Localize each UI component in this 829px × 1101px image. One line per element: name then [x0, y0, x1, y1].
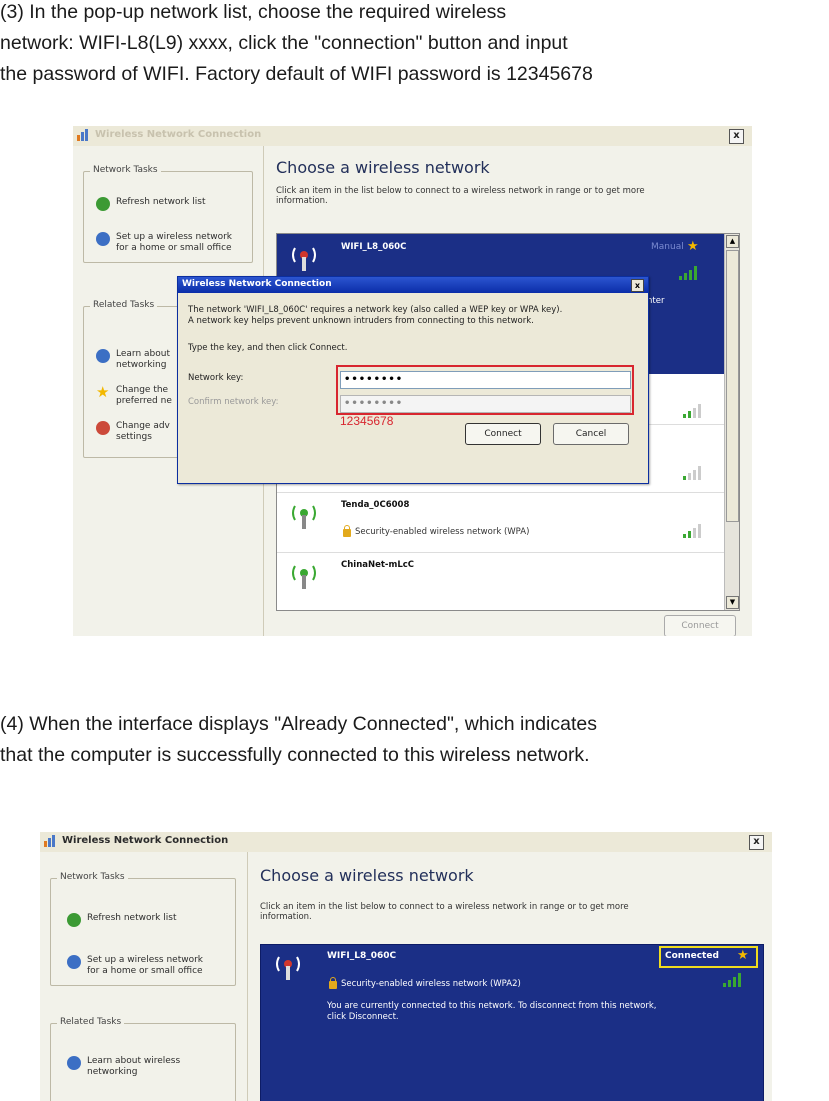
step3-line1: (3) In the pop-up network list, choose t… [0, 1, 507, 23]
change-settings-icon [96, 421, 110, 435]
window-title: Wireless Network Connection [95, 129, 262, 140]
scroll-up-button[interactable]: ▲ [726, 235, 739, 248]
setup-network-icon [67, 955, 81, 969]
signal-bars-icon [723, 973, 741, 987]
wireless-network-icon [44, 835, 55, 847]
network-item-tenda[interactable]: Tenda_0C6008 Security-enabled wireless n… [277, 492, 725, 553]
network-desc: Security-enabled wireless network (WPA) [355, 527, 530, 537]
network-desc: Security-enabled wireless network (WPA2) [341, 979, 521, 989]
dialog-instruction: Type the key, and then click Connect. [188, 343, 348, 353]
info-icon [67, 1056, 81, 1070]
window-titlebar: Wireless Network Connection x [40, 832, 772, 852]
confirm-key-label: Confirm network key: [188, 397, 279, 407]
antenna-icon [292, 565, 316, 589]
password-note: 12345678 [340, 414, 394, 428]
related-tasks-title: Related Tasks [57, 1017, 125, 1027]
connected-highlight-box [659, 946, 758, 968]
step3-line2: network: WIFI-L8(L9) xxxx, click the "co… [0, 32, 568, 54]
signal-bars-icon [679, 266, 697, 280]
network-item-connected[interactable]: WIFI_L8_060C Connected ★ Security-enable… [261, 945, 763, 1101]
main-heading: Choose a wireless network [276, 158, 490, 177]
info-icon [96, 349, 110, 363]
connect-button[interactable]: Connect [664, 615, 736, 636]
window-close-button[interactable]: x [749, 835, 764, 850]
scroll-down-button[interactable]: ▼ [726, 596, 739, 609]
window-close-button[interactable]: x [729, 129, 744, 144]
dialog-title: Wireless Network Connection [182, 279, 332, 289]
dialog-connect-button[interactable]: Connect [465, 423, 541, 445]
step3-text: (3) In the pop-up network list, choose t… [0, 0, 829, 90]
step3-line3: the password of WIFI. Factory default of… [0, 63, 593, 85]
dialog-titlebar: Wireless Network Connection x [178, 277, 648, 293]
learn-about-networking-link[interactable]: Learn about networking [96, 349, 170, 371]
learn-about-wireless-link[interactable]: Learn about wireless networking [67, 1056, 180, 1078]
signal-bars-icon [683, 404, 701, 418]
password-highlight-box [336, 365, 634, 415]
network-tasks-title: Network Tasks [57, 872, 128, 882]
left-task-pane: Network Tasks Refresh network list Set u… [40, 852, 248, 1101]
window-title: Wireless Network Connection [62, 835, 229, 846]
network-item-chinanet[interactable]: ChinaNet-mLcC [277, 552, 725, 610]
antenna-icon [292, 505, 316, 529]
scroll-thumb[interactable] [726, 250, 739, 522]
star-icon: ★ [96, 383, 110, 401]
refresh-network-list-link[interactable]: Refresh network list [96, 197, 205, 211]
setup-network-icon [96, 232, 110, 246]
step4-text: (4) When the interface displays "Already… [0, 709, 829, 771]
signal-bars-icon [683, 524, 701, 538]
network-name: Tenda_0C6008 [341, 500, 410, 510]
refresh-icon [67, 913, 81, 927]
wireless-window-step4: Wireless Network Connection x Network Ta… [40, 832, 772, 1101]
wireless-network-icon [77, 129, 88, 141]
window-titlebar: Wireless Network Connection x [73, 126, 752, 146]
dialog-message: The network 'WIFI_L8_060C' requires a ne… [188, 305, 563, 326]
network-tasks-group: Network Tasks Refresh network list Set u… [50, 872, 236, 986]
change-advanced-settings-link[interactable]: Change adv settings [96, 421, 170, 443]
network-tasks-group: Network Tasks Refresh network list Set u… [83, 165, 253, 263]
lock-icon [329, 977, 337, 989]
refresh-network-list-link[interactable]: Refresh network list [67, 913, 176, 927]
connected-message: You are currently connected to this netw… [327, 1001, 657, 1022]
dialog-close-button[interactable]: x [631, 279, 644, 292]
network-name: WIFI_L8_060C [327, 951, 397, 961]
network-name: ChinaNet-mLcC [341, 560, 415, 570]
main-heading: Choose a wireless network [260, 866, 474, 885]
network-key-label: Network key: [188, 373, 244, 383]
related-tasks-group: Related Tasks Learn about wireless netwo… [50, 1017, 236, 1101]
manual-badge: Manual [651, 242, 684, 252]
dialog-cancel-button[interactable]: Cancel [553, 423, 629, 445]
antenna-icon [292, 247, 316, 271]
main-intro: Click an item in the list below to conne… [276, 186, 645, 206]
main-intro: Click an item in the list below to conne… [260, 902, 629, 922]
network-desc-partial: nter [647, 296, 665, 306]
wireless-window-step3: Wireless Network Connection x Network Ta… [73, 126, 752, 636]
setup-wireless-network-link[interactable]: Set up a wireless network for a home or … [96, 232, 232, 254]
star-icon: ★ [687, 239, 699, 254]
change-preferred-networks-link[interactable]: ★ Change the preferred ne [96, 385, 172, 407]
step4-line2: that the computer is successfully connec… [0, 744, 590, 766]
network-key-dialog: Wireless Network Connection x The networ… [177, 276, 649, 484]
main-pane: Choose a wireless network Click an item … [248, 852, 772, 1101]
network-list: WIFI_L8_060C Connected ★ Security-enable… [260, 944, 764, 1101]
signal-bars-icon [683, 466, 701, 480]
antenna-icon [276, 956, 300, 980]
refresh-icon [96, 197, 110, 211]
setup-wireless-network-link[interactable]: Set up a wireless network for a home or … [67, 955, 203, 977]
related-tasks-title: Related Tasks [90, 300, 158, 310]
network-tasks-title: Network Tasks [90, 165, 161, 175]
network-name: WIFI_L8_060C [341, 242, 407, 252]
network-list-scrollbar[interactable]: ▲ ▼ [724, 234, 739, 610]
lock-icon [343, 525, 351, 537]
step4-line1: (4) When the interface displays "Already… [0, 713, 597, 735]
